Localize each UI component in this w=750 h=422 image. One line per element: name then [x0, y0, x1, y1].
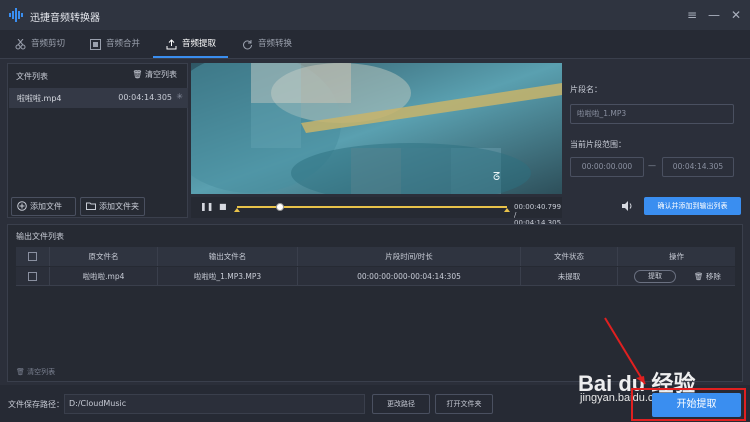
- row-checkbox[interactable]: [28, 272, 37, 281]
- table-header: 原文件名 输出文件名 片段时间/时长 文件状态 操作: [16, 247, 735, 266]
- row-status: 未提取: [521, 267, 618, 286]
- select-all-checkbox[interactable]: [28, 252, 37, 261]
- trash-icon: 🗑: [16, 368, 25, 376]
- segment-name-label: 片段名：: [570, 85, 602, 94]
- trash-icon: 🗑: [694, 272, 704, 281]
- svg-text:ᘔ: ᘔ: [493, 170, 500, 183]
- remove-button[interactable]: 🗑 移除: [694, 267, 721, 286]
- highlight-box: [631, 388, 746, 421]
- add-folder-button[interactable]: 添加文件夹: [80, 197, 145, 216]
- output-list-panel: 输出文件列表 原文件名 输出文件名 片段时间/时长 文件状态 操作 啦啦啦.mp…: [7, 224, 743, 382]
- add-file-label: 添加文件: [30, 202, 62, 211]
- tab-bar: 音频剪切 音频合并 音频提取 音频转换: [0, 30, 750, 59]
- active-tab-indicator: [153, 56, 228, 58]
- range-end-handle[interactable]: [504, 208, 510, 212]
- tab-label: 音频转换: [258, 39, 293, 49]
- segment-start-input[interactable]: 00:00:00.000: [570, 157, 644, 177]
- tab-label: 音频合并: [106, 39, 141, 49]
- close-icon[interactable]: ✕: [728, 7, 744, 23]
- tab-audio-cut[interactable]: 音频剪切: [15, 30, 65, 59]
- col-range: 片段时间/时长: [298, 247, 521, 266]
- app-title: 迅捷音频转换器: [30, 13, 100, 24]
- merge-icon: [90, 39, 101, 50]
- add-folder-label: 添加文件夹: [99, 202, 139, 211]
- remove-label: 移除: [705, 272, 721, 281]
- clear-output-label: 清空列表: [27, 368, 56, 376]
- row-range: 00:00:00:000-00:04:14:305: [298, 267, 521, 286]
- col-source-name: 原文件名: [50, 247, 158, 266]
- trash-icon: 🗑: [132, 70, 143, 79]
- folder-icon: [86, 202, 96, 210]
- segment-end-input[interactable]: 00:04:14.305: [662, 157, 734, 177]
- segment-name-input[interactable]: 啦啦啦_1.MP3: [570, 104, 734, 124]
- tab-label: 音频提取: [182, 39, 217, 49]
- save-path-input[interactable]: D:/CloudMusic: [64, 394, 365, 414]
- range-start-handle[interactable]: [234, 208, 240, 212]
- add-file-button[interactable]: 添加文件: [11, 197, 76, 216]
- video-frame: ᘔ: [191, 63, 562, 194]
- scissors-icon: [15, 39, 26, 50]
- open-folder-button[interactable]: 打开文件夹: [435, 394, 493, 414]
- segment-range-label: 当前片段范围：: [570, 140, 626, 149]
- header-checkbox-cell: [16, 247, 50, 266]
- current-time: 00:00:40.799: [514, 203, 562, 211]
- col-actions: 操作: [669, 252, 684, 261]
- file-list-panel: 文件列表 🗑 清空列表 啦啦啦.mp4 00:04:14.305 ✳ 添加文件 …: [7, 63, 188, 218]
- confirm-add-output-button[interactable]: 确认并添加到输出列表: [644, 197, 741, 215]
- playhead-knob[interactable]: [276, 203, 285, 211]
- file-list-item[interactable]: 啦啦啦.mp4 00:04:14.305 ✳: [9, 88, 188, 108]
- save-path-label: 文件保存路径：: [8, 400, 64, 409]
- row-checkbox-cell: [16, 267, 50, 286]
- file-duration: 00:04:14.305: [118, 93, 172, 102]
- clear-file-list-button[interactable]: 🗑 清空列表: [132, 69, 177, 80]
- tab-audio-extract[interactable]: 音频提取: [166, 30, 216, 59]
- stop-icon[interactable]: ■: [219, 202, 227, 211]
- range-dash: —: [648, 161, 656, 170]
- output-list-title: 输出文件列表: [16, 232, 64, 241]
- extract-button[interactable]: 提取: [634, 270, 676, 283]
- title-bar: 迅捷音频转换器 ≡ — ✕: [0, 0, 750, 30]
- col-output-name: 输出文件名: [158, 247, 298, 266]
- file-name: 啦啦啦.mp4: [17, 94, 62, 103]
- refresh-icon: [243, 40, 252, 50]
- col-status: 文件状态: [521, 247, 618, 266]
- tab-audio-merge[interactable]: 音频合并: [90, 30, 140, 59]
- tab-label: 音频剪切: [31, 39, 66, 49]
- clear-file-list-label: 清空列表: [145, 70, 177, 79]
- minimize-icon[interactable]: —: [706, 7, 722, 23]
- volume-icon[interactable]: [620, 199, 634, 213]
- upload-icon: [166, 39, 177, 50]
- row-actions: 提取 🗑 移除: [618, 267, 735, 286]
- row-source-name: 啦啦啦.mp4: [50, 267, 158, 286]
- video-preview: ᘔ: [191, 63, 562, 194]
- file-list-title: 文件列表: [16, 72, 48, 81]
- time-separator: /: [514, 211, 517, 219]
- clear-output-list-button[interactable]: 🗑 清空列表: [16, 367, 55, 377]
- change-path-button[interactable]: 更改路径: [372, 394, 430, 414]
- menu-icon[interactable]: ≡: [684, 7, 700, 23]
- table-row: 啦啦啦.mp4 啦啦啦_1.MP3.MP3 00:00:00:000-00:04…: [16, 267, 735, 286]
- player-controls: ❚❚ ■ 00:00:40.799 / 00:04:14.305: [191, 197, 562, 227]
- remove-file-icon[interactable]: ✳: [176, 92, 183, 101]
- row-output-name: 啦啦啦_1.MP3.MP3: [158, 267, 298, 286]
- pause-icon[interactable]: ❚❚: [200, 202, 213, 211]
- plus-circle-icon: [17, 201, 27, 211]
- tab-audio-convert[interactable]: 音频转换: [242, 30, 292, 59]
- app-logo-icon: [9, 8, 23, 22]
